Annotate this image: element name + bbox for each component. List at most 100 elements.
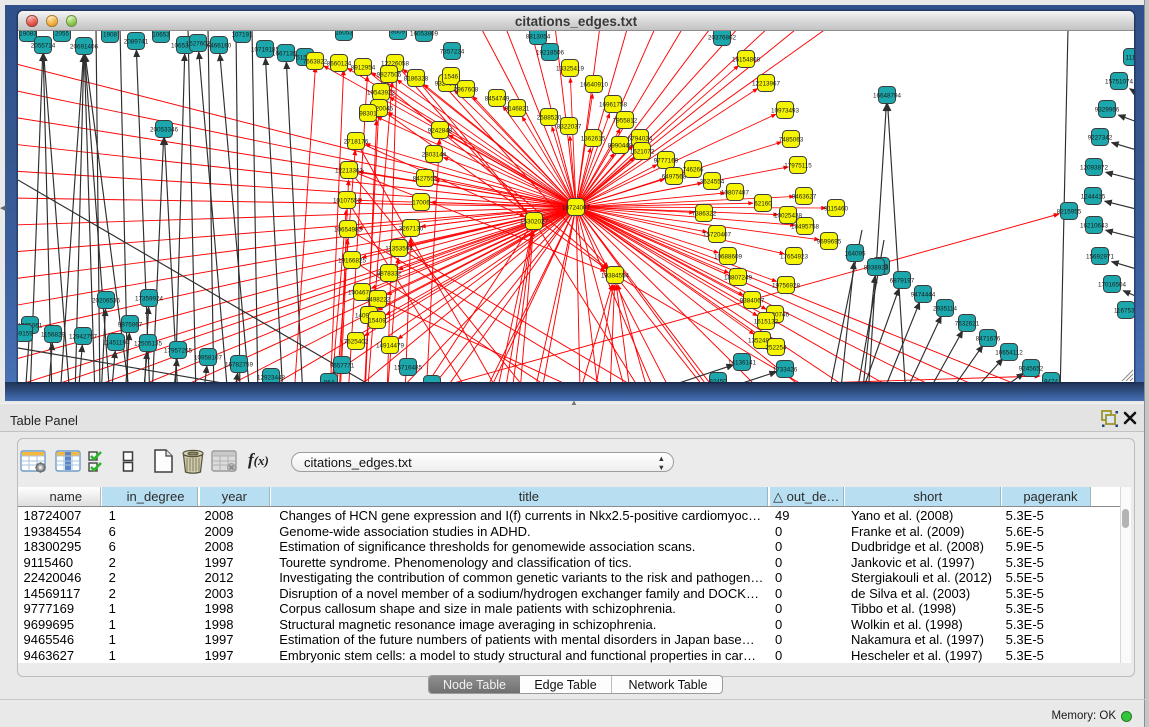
svg-text:7663822: 7663822: [303, 58, 328, 65]
svg-text:20691406: 20691406: [70, 43, 99, 50]
svg-text:9245652: 9245652: [1019, 365, 1044, 372]
svg-text:13325419: 13325419: [556, 65, 585, 72]
svg-text:9463627: 9463627: [792, 193, 817, 200]
svg-text:17654923: 17654923: [780, 253, 809, 260]
svg-text:9777169: 9777169: [654, 157, 679, 164]
svg-text:3267130: 3267130: [399, 225, 424, 232]
svg-text:9474444: 9474444: [911, 291, 936, 298]
svg-text:62160: 62160: [754, 200, 772, 207]
svg-text:10973493: 10973493: [771, 107, 800, 114]
svg-text:4498222: 4498222: [366, 296, 391, 303]
svg-text:16640910: 16640910: [580, 81, 609, 88]
svg-text:1244415: 1244415: [1081, 193, 1106, 200]
svg-text:1156829: 1156829: [41, 331, 66, 338]
svg-text:20376862: 20376862: [708, 34, 737, 41]
svg-text:8912954: 8912954: [351, 64, 376, 71]
svg-text:15720407: 15720407: [703, 231, 732, 238]
svg-text:107191: 107191: [231, 31, 253, 38]
svg-text:2967608: 2967608: [454, 86, 479, 93]
svg-text:18724007: 18724007: [562, 204, 591, 211]
svg-text:18807249: 18807249: [724, 274, 753, 281]
svg-text:16053809: 16053809: [410, 31, 439, 37]
svg-text:9975867: 9975867: [118, 321, 143, 328]
svg-text:8938923: 8938923: [864, 264, 889, 271]
svg-text:15716485: 15716485: [394, 364, 423, 371]
svg-text:19218506: 19218506: [536, 49, 565, 56]
svg-text:9699695: 9699695: [817, 238, 842, 245]
svg-text:1621072: 1621072: [630, 148, 655, 155]
svg-text:9146821: 9146821: [505, 105, 530, 112]
svg-text:16154808: 16154808: [732, 56, 761, 63]
svg-text:16782759: 16782759: [225, 361, 254, 368]
svg-text:15692971: 15692971: [1086, 253, 1115, 260]
svg-text:8609: 8609: [391, 31, 406, 35]
svg-text:1112: 1112: [1125, 54, 1134, 61]
svg-text:17006: 17006: [412, 199, 430, 206]
svg-text:8427552: 8427552: [413, 175, 438, 182]
svg-text:10653: 10653: [152, 31, 170, 38]
svg-text:8215955: 8215955: [1057, 208, 1082, 215]
svg-text:17359924: 17359924: [135, 295, 164, 302]
svg-text:12505135: 12505135: [134, 340, 163, 347]
svg-text:12923448: 12923448: [257, 374, 286, 381]
svg-text:17975115: 17975115: [784, 162, 812, 169]
svg-text:19756928: 19756928: [772, 282, 801, 289]
svg-text:1733426: 1733426: [773, 366, 798, 373]
svg-text:8454749: 8454749: [485, 95, 510, 102]
svg-text:2055714: 2055714: [31, 42, 56, 49]
svg-text:9329966: 9329966: [1095, 106, 1120, 113]
svg-text:8878332: 8878332: [377, 270, 402, 277]
svg-text:98301: 98301: [359, 110, 377, 117]
svg-text:964: 964: [324, 379, 335, 382]
svg-text:7386322: 7386322: [692, 210, 717, 217]
svg-text:8322037: 8322037: [557, 123, 582, 130]
svg-text:11451194: 11451194: [102, 339, 130, 346]
svg-text:16053: 16053: [335, 31, 353, 36]
svg-text:39159: 39159: [18, 330, 33, 337]
svg-text:2718176: 2718176: [344, 138, 369, 145]
svg-text:19384554: 19384554: [601, 272, 630, 279]
svg-text:16210643: 16210643: [1080, 222, 1109, 229]
svg-text:9242848: 9242848: [428, 127, 453, 134]
svg-text:12093872: 12093872: [1080, 164, 1109, 171]
svg-text:1167533: 1167533: [1114, 307, 1134, 314]
svg-text:1362615: 1362615: [581, 135, 606, 142]
svg-text:7955812: 7955812: [613, 117, 638, 124]
svg-text:6794024: 6794024: [628, 135, 653, 142]
svg-text:7485063: 7485063: [779, 136, 804, 143]
svg-text:2089741: 2089741: [124, 38, 149, 45]
svg-text:10958107: 10958107: [194, 354, 223, 361]
svg-text:19083: 19083: [19, 31, 37, 37]
svg-text:1546: 1546: [444, 73, 459, 80]
svg-text:18495758: 18495758: [791, 223, 820, 230]
svg-text:9384067: 9384067: [740, 297, 765, 304]
svg-text:9657771: 9657771: [330, 362, 355, 369]
svg-text:2588520: 2588520: [537, 114, 562, 121]
svg-text:746266: 746266: [682, 166, 704, 173]
svg-text:10688609: 10688609: [714, 253, 743, 260]
svg-text:7357224: 7357224: [440, 48, 465, 55]
svg-text:15751074: 15751074: [1105, 78, 1134, 85]
svg-text:20053346: 20053346: [150, 126, 179, 133]
svg-text:8813054: 8813054: [526, 33, 551, 40]
svg-text:1615132: 1615132: [754, 318, 779, 325]
svg-text:8660124: 8660124: [327, 60, 352, 67]
svg-text:15409: 15409: [368, 317, 386, 324]
svg-text:12213967: 12213967: [752, 80, 781, 87]
svg-text:164095: 164095: [844, 250, 866, 257]
svg-text:16961758: 16961758: [599, 101, 628, 108]
svg-text:2055: 2055: [55, 31, 70, 37]
svg-text:10807487: 10807487: [721, 189, 750, 196]
svg-text:9318: 9318: [425, 381, 440, 382]
svg-text:17957255: 17957255: [164, 347, 193, 354]
svg-text:7625402: 7625402: [344, 338, 369, 345]
svg-text:252254: 252254: [765, 344, 787, 351]
svg-text:19166825: 19166825: [338, 257, 367, 264]
svg-text:9827505: 9827505: [377, 71, 402, 78]
svg-text:10654983: 10654983: [334, 226, 363, 233]
svg-text:10543922: 10543922: [367, 89, 396, 96]
svg-text:12213363: 12213363: [335, 167, 364, 174]
svg-text:15302027: 15302027: [520, 218, 549, 225]
svg-text:9474: 9474: [1044, 378, 1059, 382]
svg-text:17016504: 17016504: [1098, 281, 1127, 288]
